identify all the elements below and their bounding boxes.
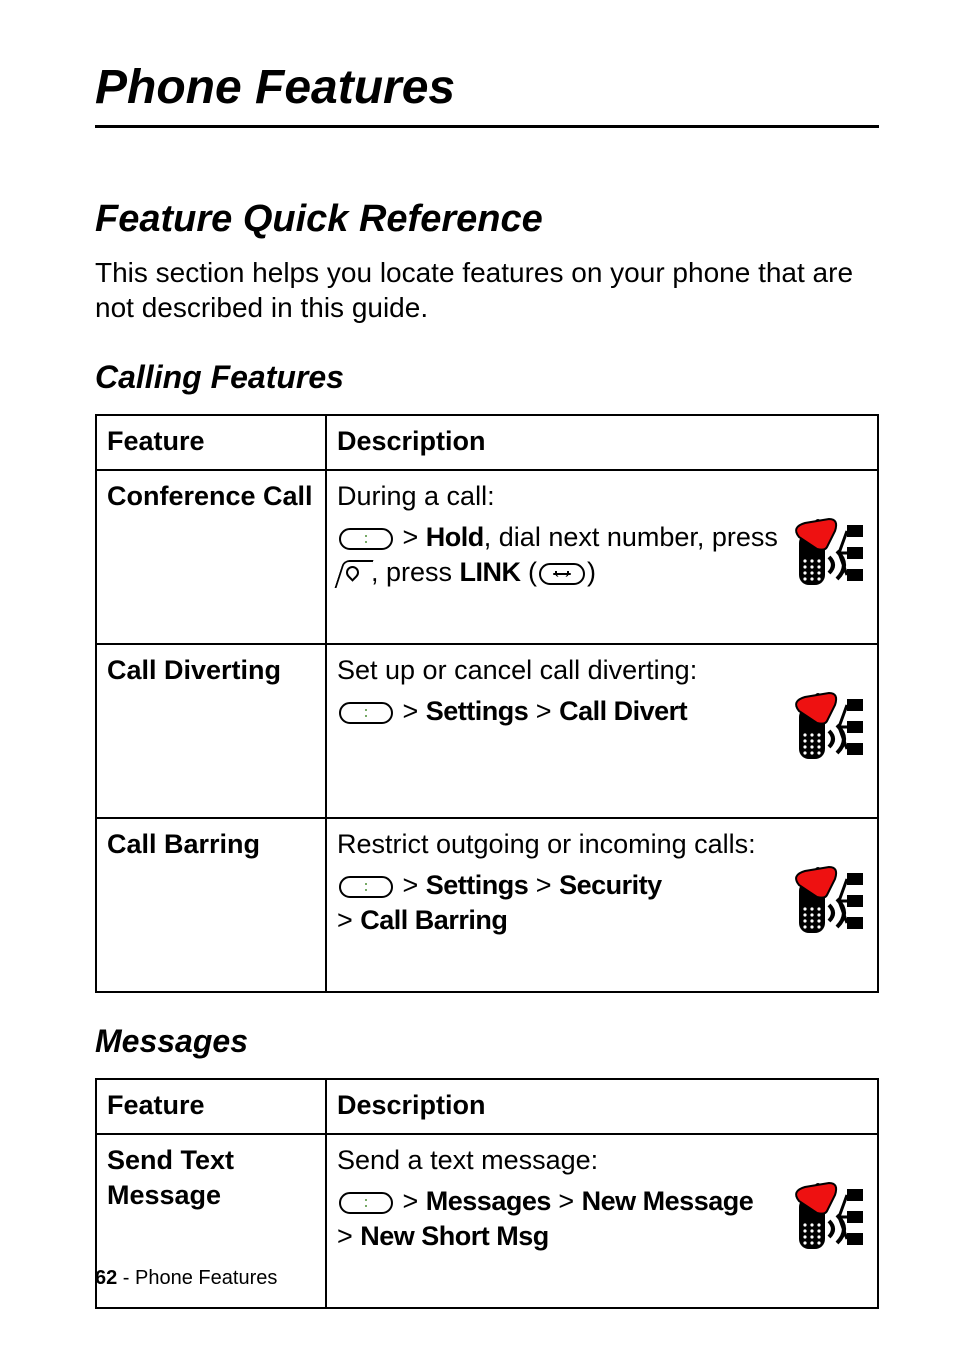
nav-label: Security	[559, 870, 662, 900]
page-number: 62	[95, 1267, 117, 1289]
nav-text: >	[528, 696, 559, 726]
nav-label: Call Divert	[559, 696, 687, 726]
nav-text: >	[337, 1221, 360, 1251]
phone-network-icon	[785, 653, 867, 803]
nav-text: >	[395, 696, 426, 726]
feature-description: Set up or cancel call diverting: > Setti…	[326, 644, 878, 818]
section-title: Feature Quick Reference	[95, 198, 879, 241]
table-header-row: Feature Description	[96, 415, 878, 470]
menu-key-icon	[339, 528, 393, 550]
nav-label: Settings	[426, 696, 529, 726]
nav-text: >	[395, 522, 426, 552]
nav-text: , press	[371, 557, 460, 587]
table-row: Conference Call During a call: > Hold, d…	[96, 470, 878, 644]
nav-label: Messages	[426, 1186, 551, 1216]
phone-network-icon	[785, 1143, 867, 1293]
table-row: Call Diverting Set up or cancel call div…	[96, 644, 878, 818]
feature-description: During a call: > Hold, dial next number,…	[326, 470, 878, 644]
nav-label: New Message	[582, 1186, 754, 1216]
nav-text: >	[337, 905, 360, 935]
nav-label: Settings	[426, 870, 529, 900]
call-key-icon	[339, 560, 369, 588]
feature-name-text: Call Barring	[107, 829, 260, 859]
calling-subsection-title: Calling Features	[95, 359, 879, 396]
feature-name: Call Diverting	[96, 644, 326, 818]
nav-text: >	[551, 1186, 582, 1216]
nav-text: (	[521, 557, 538, 587]
phone-network-icon	[785, 827, 867, 977]
menu-key-icon	[339, 702, 393, 724]
nav-label: New Short Msg	[360, 1221, 549, 1251]
nav-text: >	[395, 870, 426, 900]
footer-separator: -	[117, 1267, 135, 1289]
menu-key-icon	[339, 1192, 393, 1214]
section-intro: This section helps you locate features o…	[95, 255, 879, 325]
nav-label: Call Barring	[360, 905, 507, 935]
col-header-feature: Feature	[96, 415, 326, 470]
nav-text: >	[528, 870, 559, 900]
feature-name-text: Call Diverting	[107, 655, 281, 685]
col-header-description: Description	[326, 1079, 878, 1134]
nav-text: , dial next number, press	[484, 522, 778, 552]
col-header-description: Description	[326, 415, 878, 470]
nav-label: LINK	[460, 557, 521, 587]
phone-network-icon	[785, 479, 867, 629]
menu-key-icon	[339, 876, 393, 898]
table-row: Call Barring Restrict outgoing or incomi…	[96, 818, 878, 992]
calling-features-table: Feature Description Conference Call Duri…	[95, 414, 879, 993]
feature-description: Restrict outgoing or incoming calls: > S…	[326, 818, 878, 992]
messages-subsection-title: Messages	[95, 1023, 879, 1060]
table-header-row: Feature Description	[96, 1079, 878, 1134]
nav-text: >	[395, 1186, 426, 1216]
nav-label: Hold	[426, 522, 484, 552]
feature-name: Conference Call	[96, 470, 326, 644]
feature-name-text: Send Text Message	[107, 1145, 234, 1210]
softkey-icon	[539, 563, 585, 585]
col-header-feature: Feature	[96, 1079, 326, 1134]
nav-text: )	[587, 557, 596, 587]
chapter-title: Phone Features	[95, 60, 879, 128]
feature-name: Call Barring	[96, 818, 326, 992]
page-footer: 62 - Phone Features	[95, 1267, 277, 1290]
feature-name-text: Conference Call	[107, 481, 313, 511]
feature-description: Send a text message: > Messages > New Me…	[326, 1134, 878, 1308]
footer-chapter-label: Phone Features	[135, 1267, 277, 1289]
